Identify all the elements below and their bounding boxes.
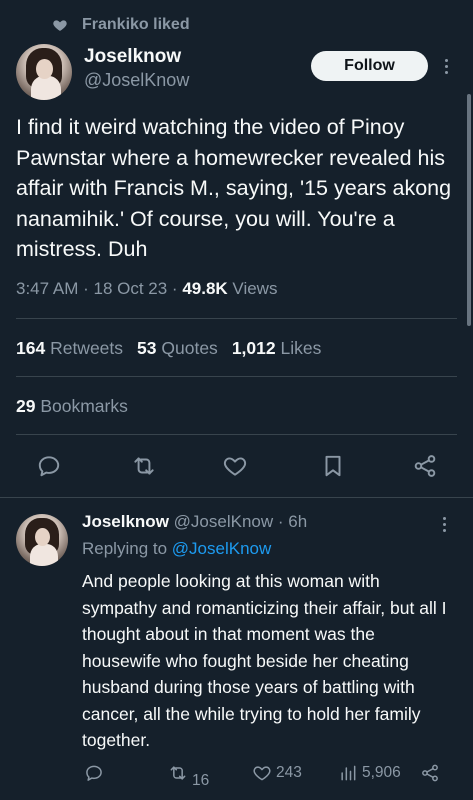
quotes-count: 53 — [137, 338, 157, 358]
likes-count: 1,012 — [231, 338, 276, 358]
reply-author-handle[interactable]: @JoselKnow — [174, 512, 273, 531]
views-label: Views — [232, 279, 278, 298]
reply-author-name[interactable]: Joselknow — [82, 512, 169, 531]
reply-share-button[interactable] — [420, 763, 440, 783]
retweets-count: 164 — [16, 338, 46, 358]
more-options-icon[interactable] — [439, 54, 453, 78]
reply-views-button[interactable]: 5,906 — [338, 763, 401, 783]
reply-action-bar: 16 243 5,906 — [0, 762, 473, 789]
reply-reply-button[interactable] — [84, 763, 104, 783]
follow-button[interactable]: Follow — [311, 51, 428, 81]
tweet-meta: 3:47 AM · 18 Oct 23 · 49.8K Views — [16, 279, 278, 298]
likes-label: Likes — [280, 338, 322, 358]
bookmarks-label: Bookmarks — [40, 396, 128, 416]
retweet-icon[interactable] — [131, 453, 157, 479]
replying-to-prefix: Replying to — [82, 539, 168, 558]
reply-icon — [86, 765, 102, 781]
replying-to: Replying to @JoselKnow — [82, 539, 271, 559]
retweets-label: Retweets — [50, 338, 124, 358]
like-icon — [253, 766, 271, 781]
social-context[interactable]: Frankiko liked — [52, 14, 190, 36]
replying-to-handle[interactable]: @JoselKnow — [172, 539, 271, 558]
heart-filled-icon — [53, 20, 67, 31]
likes-stat[interactable]: 1,012 Likes — [232, 338, 322, 358]
reply-view-count: 5,906 — [362, 764, 401, 781]
divider — [16, 318, 457, 319]
reply-retweet-button[interactable]: 16 — [168, 763, 209, 789]
quotes-stat[interactable]: 53 Quotes — [137, 338, 218, 358]
reply-text: And people looking at this woman with sy… — [82, 571, 447, 750]
author-handle[interactable]: @JoselKnow — [84, 70, 189, 91]
reply-age[interactable]: 6h — [288, 512, 307, 531]
author-name[interactable]: Joselknow — [84, 46, 181, 68]
reply-like-button[interactable]: 243 — [252, 763, 302, 783]
retweets-stat[interactable]: 164 Retweets — [16, 338, 123, 358]
bookmarks-count: 29 — [16, 396, 36, 416]
share-icon — [422, 764, 438, 782]
bookmark-icon[interactable] — [320, 453, 346, 479]
reply-like-count: 243 — [276, 764, 302, 781]
tweet-date[interactable]: 18 Oct 23 — [93, 279, 167, 298]
author-avatar[interactable] — [16, 44, 72, 100]
tweet-text: I find it weird watching the video of Pi… — [16, 115, 452, 261]
divider — [16, 434, 457, 435]
scrollbar[interactable] — [467, 94, 471, 326]
reply-more-options-icon[interactable] — [437, 512, 451, 536]
reply-header: Joselknow @JoselKnow · 6h — [82, 512, 308, 531]
like-icon[interactable] — [222, 453, 248, 479]
share-icon[interactable] — [412, 453, 438, 479]
reply-author-avatar[interactable] — [16, 514, 68, 566]
quotes-label: Quotes — [161, 338, 218, 358]
reply-icon[interactable] — [36, 453, 62, 479]
engagement-stats: 164 Retweets 53 Quotes 1,012 Likes — [16, 338, 321, 359]
views-icon — [341, 765, 356, 781]
divider — [0, 497, 473, 498]
liked-by-text: Frankiko liked — [82, 16, 190, 33]
retweet-icon — [170, 766, 186, 780]
divider — [16, 376, 457, 377]
tweet-time[interactable]: 3:47 AM — [16, 279, 78, 298]
reply-retweet-count: 16 — [192, 772, 210, 789]
bookmarks-stat[interactable]: 29 Bookmarks — [16, 396, 128, 417]
views-count: 49.8K — [182, 279, 228, 298]
